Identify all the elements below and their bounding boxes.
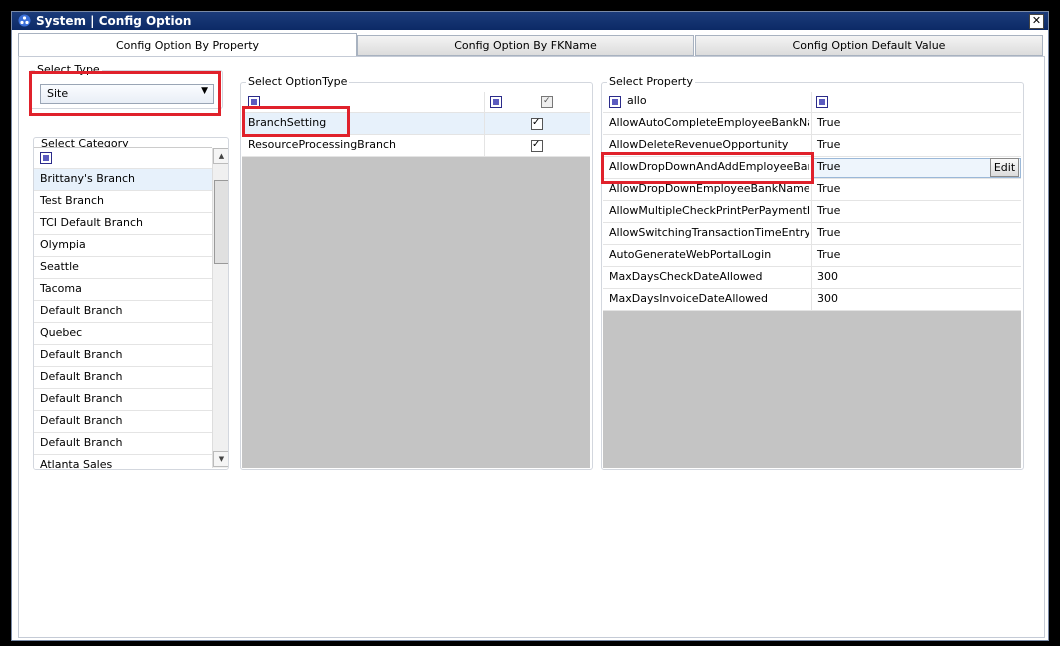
- category-row[interactable]: Tacoma: [34, 279, 212, 301]
- category-row[interactable]: Test Branch: [34, 191, 212, 213]
- scroll-thumb[interactable]: [214, 180, 228, 264]
- category-scrollbar[interactable]: ▲ ▼: [212, 148, 228, 468]
- select-property-group: Select Property allo AllowAutoCompleteEm…: [601, 75, 1024, 470]
- title-bar: System | Config Option ✕: [12, 12, 1048, 30]
- property-highlight: [601, 152, 814, 184]
- category-row[interactable]: TCI Default Branch: [34, 213, 212, 235]
- property-value[interactable]: True: [811, 157, 840, 178]
- select-type-highlight: [29, 71, 221, 116]
- category-name: Default Branch: [40, 304, 123, 317]
- category-name: Default Branch: [40, 436, 123, 449]
- category-name: Default Branch: [40, 348, 123, 361]
- checkmark-icon: ✓: [532, 139, 541, 150]
- property-value[interactable]: True: [811, 245, 840, 266]
- select-category-group: Select Category Brittany's Branch Test Br…: [33, 137, 229, 470]
- select-option-type-label: Select OptionType: [246, 75, 350, 88]
- checkmark-icon: ✓: [532, 117, 541, 128]
- select-property-label: Select Property: [607, 75, 695, 88]
- category-select-all-checkbox[interactable]: [40, 152, 52, 164]
- property-filter-row: allo: [603, 92, 1021, 113]
- category-name: Default Branch: [40, 392, 123, 405]
- option-type-grid: ✓ BranchSetting ✓ ResourceProcessingBranch…: [242, 92, 590, 468]
- category-row[interactable]: Brittany's Branch: [34, 169, 212, 191]
- category-name: Default Branch: [40, 414, 123, 427]
- option-type-row[interactable]: ResourceProcessingBranch ✓: [242, 135, 590, 157]
- option-type-header-check-icon[interactable]: ✓: [541, 96, 553, 108]
- category-row[interactable]: Atlanta Sales: [34, 455, 212, 470]
- category-name: Tacoma: [40, 282, 82, 295]
- tab-config-option-default-value[interactable]: Config Option Default Value: [695, 35, 1043, 56]
- property-value[interactable]: True: [811, 223, 840, 244]
- category-name: TCI Default Branch: [40, 216, 143, 229]
- property-value[interactable]: 300: [811, 289, 838, 310]
- category-row[interactable]: Default Branch: [34, 367, 212, 389]
- category-name: Test Branch: [40, 194, 104, 207]
- property-name: AllowMultipleCheckPrintPerPaymentBat: [609, 204, 809, 217]
- tab-content: Select Type Site ▼ Select Category Britt…: [18, 56, 1045, 638]
- category-row[interactable]: Seattle: [34, 257, 212, 279]
- select-option-type-group: Select OptionType ✓ BranchSetting ✓ Resour…: [240, 75, 593, 470]
- scroll-up-icon[interactable]: ▲: [213, 148, 228, 164]
- close-button[interactable]: ✕: [1029, 14, 1044, 29]
- option-type-name: ResourceProcessingBranch: [248, 138, 396, 151]
- property-grid: allo AllowAutoCompleteEmployeeBankNam Tru…: [603, 92, 1021, 468]
- category-row[interactable]: Default Branch: [34, 345, 212, 367]
- category-row[interactable]: Default Branch: [34, 301, 212, 323]
- category-row[interactable]: Default Branch: [34, 389, 212, 411]
- category-name: Atlanta Sales: [40, 458, 113, 470]
- option-type-checkbox[interactable]: ✓: [531, 117, 543, 130]
- category-name: Brittany's Branch: [40, 172, 136, 185]
- category-name: Quebec: [40, 326, 83, 339]
- property-value[interactable]: True: [811, 135, 840, 156]
- category-row[interactable]: Default Branch: [34, 411, 212, 433]
- property-value-checkbox[interactable]: [816, 96, 828, 108]
- tab-strip: Config Option By Property Config Option …: [18, 33, 1043, 57]
- property-name: MaxDaysCheckDateAllowed: [609, 270, 763, 283]
- category-header-row: [34, 148, 212, 169]
- category-name: Olympia: [40, 238, 86, 251]
- category-grid: Brittany's Branch Test Branch TCI Default …: [34, 147, 212, 470]
- window-title: System | Config Option: [36, 14, 192, 28]
- property-value[interactable]: 300: [811, 267, 838, 288]
- app-icon: [18, 14, 31, 27]
- property-value[interactable]: True: [811, 113, 840, 134]
- option-type-checkbox[interactable]: ✓: [531, 139, 543, 152]
- property-name: AutoGenerateWebPortalLogin: [609, 248, 772, 261]
- category-row[interactable]: Quebec: [34, 323, 212, 345]
- property-row[interactable]: MaxDaysInvoiceDateAllowed 300: [603, 289, 1021, 311]
- option-type-header-checkbox[interactable]: [490, 96, 502, 108]
- property-filter-input[interactable]: allo: [627, 94, 647, 107]
- property-row[interactable]: AllowAutoCompleteEmployeeBankNam True: [603, 113, 1021, 135]
- scroll-down-icon[interactable]: ▼: [213, 451, 228, 467]
- property-value[interactable]: True: [811, 179, 840, 200]
- config-option-window: System | Config Option ✕ Config Option B…: [11, 11, 1049, 641]
- property-name: AllowSwitchingTransactionTimeEntryBa: [609, 226, 809, 239]
- category-name: Default Branch: [40, 370, 123, 383]
- property-row[interactable]: AllowSwitchingTransactionTimeEntryBa True: [603, 223, 1021, 245]
- category-name: Seattle: [40, 260, 79, 273]
- category-row[interactable]: Default Branch: [34, 433, 212, 455]
- property-row[interactable]: AllowMultipleCheckPrintPerPaymentBat True: [603, 201, 1021, 223]
- property-value[interactable]: True: [811, 201, 840, 222]
- property-name: AllowAutoCompleteEmployeeBankNam: [609, 116, 809, 129]
- property-row[interactable]: AutoGenerateWebPortalLogin True: [603, 245, 1021, 267]
- tab-config-option-by-property[interactable]: Config Option By Property: [18, 33, 357, 57]
- property-row[interactable]: MaxDaysCheckDateAllowed 300: [603, 267, 1021, 289]
- branch-setting-highlight: [242, 106, 350, 137]
- property-name: MaxDaysInvoiceDateAllowed: [609, 292, 768, 305]
- property-select-all-checkbox[interactable]: [609, 96, 621, 108]
- category-row[interactable]: Olympia: [34, 235, 212, 257]
- tab-config-option-by-fkname[interactable]: Config Option By FKName: [357, 35, 694, 56]
- edit-button[interactable]: Edit: [990, 158, 1019, 177]
